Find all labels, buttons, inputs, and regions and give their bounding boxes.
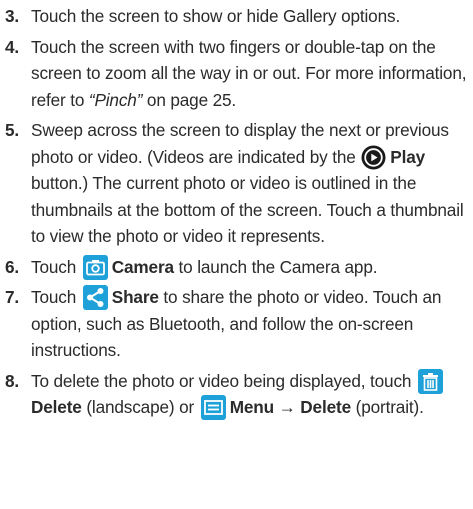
play-icon [361, 145, 386, 170]
step-8: 8. To delete the photo or video being di… [5, 368, 467, 421]
share-icon [82, 285, 108, 310]
step-3: 3. Touch the screen to show or hide Gall… [5, 3, 467, 30]
step-text: Touch Share to share the photo or video.… [31, 285, 442, 360]
play-label: Play [390, 146, 426, 167]
step-text: Touch the screen with two fingers or dou… [31, 36, 467, 110]
arrow-glyph: → [274, 397, 301, 417]
camera-label: Camera [111, 256, 174, 277]
delete-label: Delete [31, 397, 82, 417]
step-text: Touch the screen to show or hide Gallery… [31, 6, 401, 26]
share-label: Share [111, 287, 159, 307]
step-number: 5. [5, 120, 20, 140]
manual-page: 3. Touch the screen to show or hide Gall… [0, 0, 473, 509]
pinch-reference: “Pinch” [88, 89, 143, 110]
step-number: 3. [5, 6, 20, 26]
step-number: 4. [5, 36, 20, 57]
step-5: 5. Sweep across the screen to display th… [5, 117, 467, 250]
menu-label: Menu [229, 397, 274, 417]
menu-icon [200, 395, 226, 420]
step-text: Touch Camera to launch the Camera app. [31, 254, 467, 281]
camera-icon [82, 254, 108, 280]
trash-icon [417, 368, 443, 394]
step-6: 6. Touch Camera to launch the Camera app… [5, 254, 467, 281]
step-4: 4. Touch the screen with two fingers or … [5, 34, 467, 114]
step-number: 7. [5, 287, 20, 307]
step-text: Sweep across the screen to display the n… [31, 120, 464, 246]
step-7: 7. Touch Share to share the photo or vid… [5, 284, 467, 364]
delete-label-2: Delete [300, 397, 351, 417]
step-text: To delete the photo or video being displ… [31, 368, 467, 421]
step-number: 6. [5, 256, 20, 277]
step-number: 8. [5, 370, 20, 391]
